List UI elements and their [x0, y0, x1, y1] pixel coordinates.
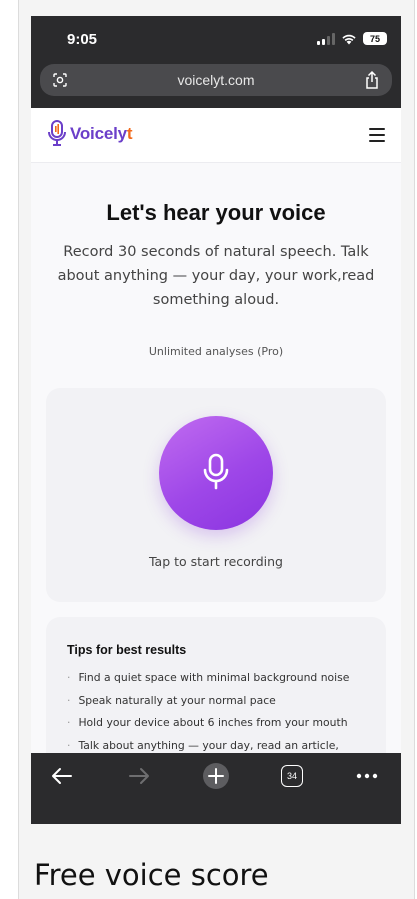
back-button[interactable]	[49, 761, 75, 791]
page-title: Let's hear your voice	[106, 200, 326, 225]
back-arrow-icon	[52, 768, 72, 784]
more-button[interactable]	[354, 761, 380, 791]
share-icon[interactable]	[364, 70, 380, 90]
forward-arrow-icon	[129, 768, 149, 784]
tips-title: Tips for best results	[67, 643, 187, 657]
tip-item: · Find a quiet space with minimal backgro…	[67, 671, 350, 684]
site-navbar: Voicelyt	[31, 108, 401, 163]
status-bar: 9:05 75	[31, 16, 401, 62]
address-bar[interactable]: voicelyt.com	[40, 64, 392, 96]
intro-text: Record 30 seconds of natural speech. Tal…	[57, 244, 375, 308]
record-button[interactable]	[159, 416, 273, 530]
plan-badge: Unlimited analyses (Pro)	[148, 345, 284, 358]
new-tab-plus-icon	[203, 763, 229, 789]
tips-list: · Find a quiet space with minimal backgro…	[67, 671, 349, 761]
status-time: 9:05	[67, 31, 98, 48]
web-page: Voicelyt Let's hear your voice Record 30…	[31, 108, 401, 817]
tabs-count: 34	[286, 771, 297, 781]
site-logo[interactable]: Voicelyt	[47, 120, 133, 148]
url-text[interactable]: voicelyt.com	[40, 72, 392, 88]
forward-button[interactable]	[126, 761, 152, 791]
tabs-button[interactable]: 34	[280, 761, 304, 791]
battery-icon: 75	[363, 32, 387, 45]
tip-item: · Hold your device about 6 inches from yo…	[67, 716, 348, 729]
status-icons: 75	[317, 32, 387, 45]
caption-text: Free voice score	[34, 858, 269, 892]
tabs-count-icon: 34	[281, 765, 303, 787]
tip-item: · Speak naturally at your normal pace	[67, 693, 276, 707]
logo-text: Voicelyt	[70, 124, 133, 144]
logo-name: Voicely	[70, 124, 127, 143]
more-icon	[356, 773, 378, 779]
signal-icon	[317, 32, 335, 45]
logo-microphone-icon	[48, 120, 66, 146]
logo-tail: t	[126, 124, 133, 143]
menu-icon[interactable]	[369, 128, 385, 142]
new-tab-button[interactable]	[201, 761, 231, 791]
wifi-icon	[342, 34, 356, 44]
browser-toolbar: 34	[31, 753, 401, 824]
microphone-icon	[203, 453, 229, 490]
record-hint: Tap to start recording	[148, 554, 283, 569]
recorder-card: Tap to start recording	[46, 388, 386, 602]
phone-screen: 9:05 75 voicelyt.com Voicelyt Let's hear…	[31, 16, 401, 824]
